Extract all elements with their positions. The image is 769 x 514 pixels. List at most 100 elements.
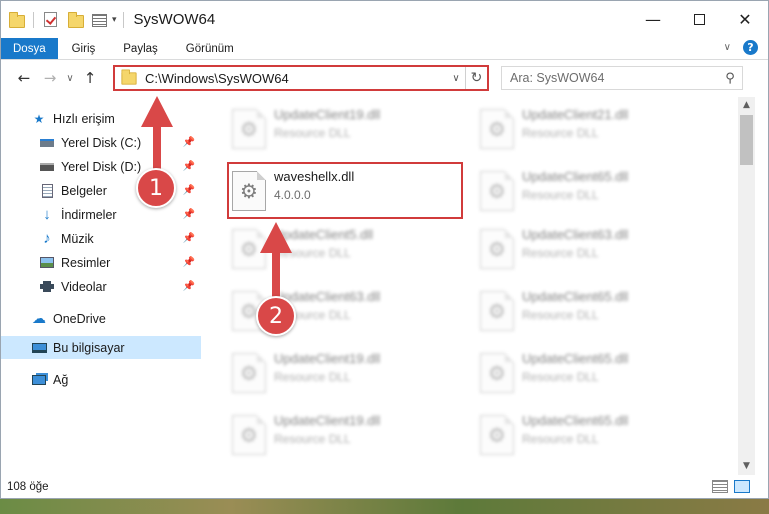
sidebar-item-network[interactable]: Ağ [1,368,201,391]
scroll-down-icon[interactable]: ▼ [738,458,755,475]
new-folder-icon[interactable] [68,11,86,28]
pin-icon[interactable]: 📌 [183,185,195,196]
tab-view[interactable]: Görünüm [172,38,248,59]
tab-file[interactable]: Dosya [1,38,58,59]
file-name: UpdateClient21.dll [522,107,629,122]
pictures-icon [39,256,55,270]
scrollbar-thumb[interactable] [740,115,753,165]
pin-icon[interactable]: 📌 [183,137,195,148]
step-badge-2: 2 [256,296,296,336]
sidebar-item-label: Resimler [61,255,111,270]
drive-icon [39,136,55,150]
file-item[interactable]: ⚙ UpdateClient65.dll Resource DLL [474,345,714,401]
sidebar-item-music[interactable]: ♪ Müzik 📌 [1,227,201,250]
maximize-button[interactable] [676,1,722,38]
file-description: Resource DLL [522,126,599,140]
explorer-window: ▾ SysWOW64 — ✕ Dosya Giriş Paylaş Görünü… [0,0,769,499]
file-name: UpdateClient5.dll [274,227,374,242]
videos-icon [39,280,55,294]
refresh-icon[interactable]: ↻ [465,67,487,89]
drive-icon [39,160,55,174]
sidebar-item-label: Hızlı erişim [53,111,115,126]
address-path[interactable]: C:\Windows\SysWOW64 [145,71,447,86]
dll-file-icon: ⚙ [480,291,514,331]
file-description: Resource DLL [274,246,351,260]
sidebar-item-this-pc[interactable]: Bu bilgisayar [1,336,201,359]
separator [33,11,34,28]
sidebar-item-downloads[interactable]: ↓ İndirmeler 📌 [1,203,201,226]
pin-icon[interactable]: 📌 [183,233,195,244]
recent-locations-icon[interactable]: ∨ [63,73,77,84]
dll-file-icon: ⚙ [480,353,514,393]
minimize-button[interactable]: — [630,1,676,38]
sidebar-item-label: Videolar [61,279,107,294]
quick-access-dropdown-icon[interactable]: ▾ [112,15,117,25]
address-dropdown-icon[interactable]: ∨ [447,73,465,84]
pin-icon[interactable]: 📌 [183,209,195,220]
item-count: 108 öğe [7,481,49,493]
search-input[interactable]: Ara: SysWOW64 ⚲ [501,66,743,90]
up-arrow-icon[interactable]: ↑ [77,69,103,87]
dll-file-icon: ⚙ [480,229,514,269]
sidebar-item-pictures[interactable]: Resimler 📌 [1,251,201,274]
file-item[interactable]: ⚙ UpdateClient5.dll Resource DLL [226,221,466,277]
tab-home[interactable]: Giriş [58,38,110,59]
forward-arrow-icon[interactable]: → [37,69,63,87]
file-item[interactable]: ⚙ UpdateClient19.dll Resource DLL [226,407,466,463]
window-controls: — ✕ [630,1,768,38]
cloud-icon: ☁ [32,310,46,326]
details-view-icon[interactable] [712,480,728,493]
sidebar-item-local-disk-c[interactable]: Yerel Disk (C:) 📌 [1,131,201,154]
file-description: Resource DLL [274,432,351,446]
folder-icon [121,68,137,85]
close-button[interactable]: ✕ [722,1,768,38]
step-badge-1: 1 [136,168,176,208]
properties-check-icon[interactable] [44,11,62,28]
pin-icon[interactable]: 📌 [183,257,195,268]
dll-file-icon: ⚙ [480,415,514,455]
sidebar-item-label: Ağ [53,372,69,387]
sidebar-item-label: OneDrive [53,311,106,326]
vertical-scrollbar[interactable]: ▲ ▼ [738,97,755,475]
file-description: Resource DLL [522,188,599,202]
file-name: UpdateClient19.dll [274,107,381,122]
address-bar[interactable]: C:\Windows\SysWOW64 ∨ ↻ [113,65,489,91]
sidebar-item-label: İndirmeler [61,207,117,222]
file-item[interactable]: ⚙ UpdateClient63.dll Resource DLL [474,221,714,277]
file-item[interactable]: ⚙ UpdateClient65.dll Resource DLL [474,163,714,219]
file-item[interactable]: ⚙ UpdateClient65.dll Resource DLL [474,283,714,339]
file-item[interactable]: ⚙ UpdateClient19.dll Resource DLL [226,101,466,157]
pin-icon[interactable]: 📌 [183,161,195,172]
pin-icon[interactable]: 📌 [183,281,195,292]
sidebar-item-quick-access[interactable]: ★ Hızlı erişim [1,107,201,130]
sidebar-item-label: Bu bilgisayar [53,340,125,355]
scroll-up-icon[interactable]: ▲ [738,97,755,114]
help-icon[interactable]: ? [743,40,758,55]
download-icon: ↓ [43,206,51,223]
network-icon [31,373,47,387]
file-item[interactable]: ⚙ UpdateClient19.dll Resource DLL [226,345,466,401]
dll-file-icon: ⚙ [232,229,266,269]
address-row: ← → ∨ ↑ C:\Windows\SysWOW64 ∨ ↻ Ara: Sys… [1,60,768,96]
file-description: Resource DLL [522,308,599,322]
search-icon[interactable]: ⚲ [718,71,742,86]
status-bar: 108 öğe [1,475,768,499]
file-name: UpdateClient65.dll [522,413,629,428]
sidebar-item-onedrive[interactable]: ☁ OneDrive [1,307,201,330]
sidebar-item-videos[interactable]: Videolar 📌 [1,275,201,298]
back-arrow-icon[interactable]: ← [11,69,37,87]
title-bar: ▾ SysWOW64 — ✕ [1,1,768,38]
tab-share[interactable]: Paylaş [109,38,172,59]
star-icon: ★ [33,111,45,126]
properties-icon[interactable] [92,12,110,28]
expand-ribbon-icon[interactable]: ∨ [724,42,731,53]
file-description: Resource DLL [522,370,599,384]
file-name: UpdateClient65.dll [522,351,629,366]
tiles-view-icon[interactable] [734,480,750,493]
file-item[interactable]: ⚙ UpdateClient65.dll Resource DLL [474,407,714,463]
file-description: Resource DLL [274,126,351,140]
file-item[interactable]: ⚙ UpdateClient21.dll Resource DLL [474,101,714,157]
dll-file-icon: ⚙ [480,171,514,211]
file-name: UpdateClient19.dll [274,351,381,366]
documents-icon [39,183,55,198]
